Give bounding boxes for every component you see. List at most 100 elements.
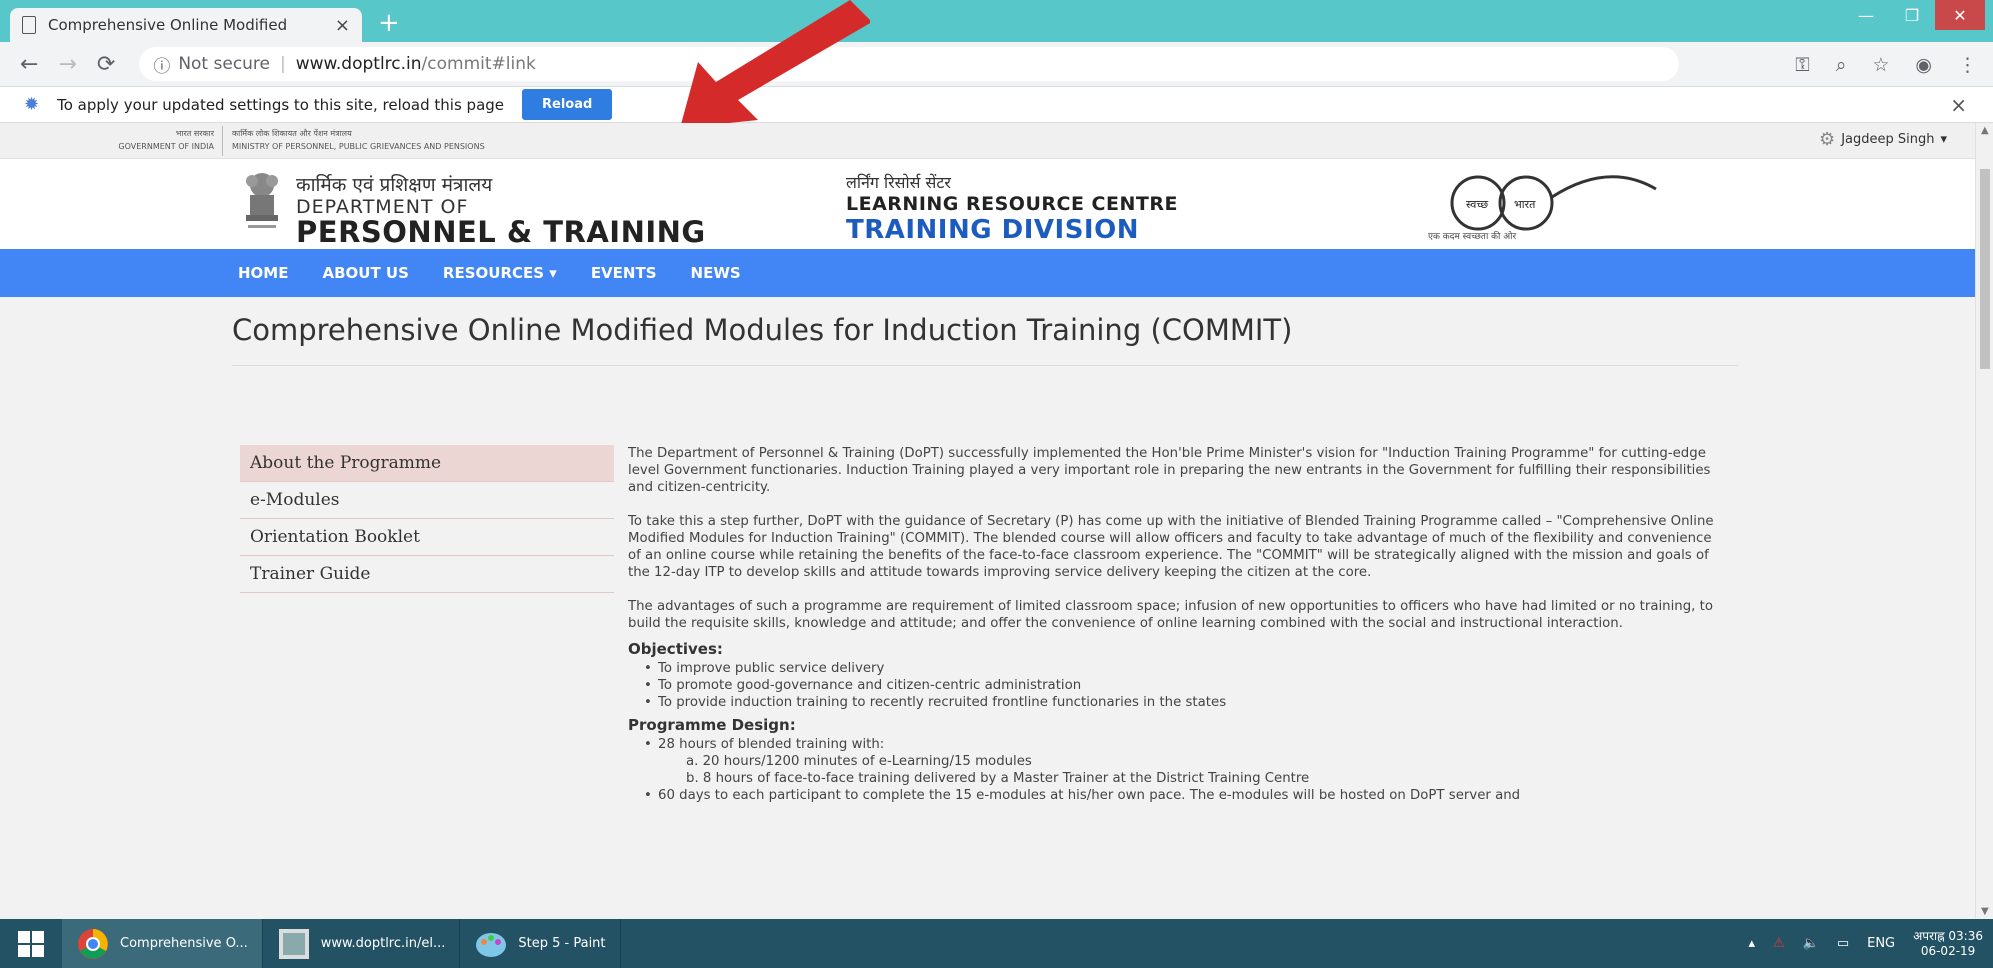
svg-text:स्वच्छ: स्वच्छ [1466, 198, 1488, 211]
design-subitem-a: a. 20 hours/1200 minutes of e-Learning/1… [686, 754, 1032, 769]
menu-icon[interactable]: ⋮ [1958, 54, 1977, 76]
side-menu-about-programme[interactable]: About the Programme [240, 445, 614, 482]
list-item: 28 hours of blended training with: [644, 736, 1718, 753]
forward-icon[interactable]: → [58, 52, 76, 77]
lrc-hindi: लर्निंग रिसोर्स सेंटर [846, 173, 951, 192]
tab-title: Comprehensive Online Modified [48, 16, 288, 34]
gov-en: GOVERNMENT OF INDIA [118, 142, 214, 151]
url-domain: www.doptlrc.in [295, 54, 422, 74]
key-icon[interactable]: ⚿ [1795, 54, 1809, 76]
back-icon[interactable]: ← [20, 52, 38, 77]
window-close-button[interactable]: ✕ [1935, 0, 1985, 30]
reload-infobar: ✹ To apply your updated settings to this… [0, 87, 1993, 123]
maximize-button[interactable]: ❐ [1889, 0, 1935, 30]
ministry-hi: कार्मिक लोक शिकायत और पेंशन मंत्रालय [232, 129, 352, 138]
side-menu-e-modules[interactable]: e-Modules [240, 482, 614, 519]
nav-news[interactable]: NEWS [691, 264, 741, 282]
taskbar-paint-item[interactable]: Step 5 - Paint [460, 919, 621, 968]
list-item: To promote good-governance and citizen-c… [644, 677, 1718, 694]
volume-icon[interactable]: 🔈 [1803, 936, 1819, 951]
swachh-bharat-logo: स्वच्छ भारत एक कदम स्वच्छता की ओर [1428, 175, 1657, 242]
url-separator: | [280, 54, 286, 74]
list-item: 60 days to each participant to complete … [644, 787, 1718, 804]
page-viewport: भारत सरकार GOVERNMENT OF INDIA कार्मिक ल… [0, 123, 1975, 919]
department-logo-text: कार्मिक एवं प्रशिक्षण मंत्रालय DEPARTMEN… [296, 171, 706, 247]
clock-time: अपराह्न 03:36 [1913, 928, 1983, 943]
infobar-close-button[interactable]: × [1950, 93, 1967, 117]
lrc-title: लर्निंग रिसोर्स सेंटर LEARNING RESOURCE … [846, 171, 1178, 245]
site-header: कार्मिक एवं प्रशिक्षण मंत्रालय DEPARTMEN… [0, 159, 1975, 249]
scroll-down-icon[interactable]: ▼ [1981, 906, 1989, 917]
dept-hindi: कार्मिक एवं प्रशिक्षण मंत्रालय [296, 174, 493, 196]
toolbar-actions: ⚿ ⌕ ☆ ◉ ⋮ [1795, 42, 1977, 87]
info-icon[interactable]: ⓘ [153, 52, 170, 77]
design-list-continued: 60 days to each participant to complete … [628, 787, 1718, 804]
design-subitem-b: b. 8 hours of face-to-face training deli… [686, 771, 1310, 786]
side-menu-trainer-guide[interactable]: Trainer Guide [240, 556, 614, 593]
ministry-label: कार्मिक लोक शिकायत और पेंशन मंत्रालय MIN… [232, 127, 485, 153]
commit-paragraph: To take this a step further, DoPT with t… [628, 514, 1714, 580]
tab-strip: Comprehensive Online Modified × + — ❐ ✕ [0, 0, 1993, 42]
zoom-icon[interactable]: ⌕ [1836, 54, 1847, 76]
bookmark-star-icon[interactable]: ☆ [1872, 54, 1889, 76]
tray-chevron-icon[interactable]: ▴ [1748, 936, 1755, 951]
taskbar-item-label: Step 5 - Paint [518, 936, 606, 951]
dept-line2: PERSONNEL & TRAINING [296, 215, 706, 249]
chrome-icon [78, 928, 108, 959]
user-name: Jagdeep Singh [1841, 132, 1935, 147]
address-toolbar: ← → ⟳ ⓘ Not secure | www.doptlrc.in /com… [0, 42, 1993, 87]
objectives-heading: Objectives: [628, 640, 723, 658]
new-tab-button[interactable]: + [378, 8, 400, 38]
nav-home[interactable]: HOME [238, 264, 288, 282]
nav-events[interactable]: EVENTS [591, 264, 657, 282]
url-bar[interactable]: ⓘ Not secure | www.doptlrc.in /commit#li… [139, 47, 1680, 81]
refresh-icon[interactable]: ⟳ [97, 52, 115, 77]
profile-icon[interactable]: ◉ [1915, 54, 1932, 76]
scrollbar-thumb[interactable] [1980, 169, 1990, 369]
intro-paragraph: The Department of Personnel & Training (… [628, 446, 1711, 495]
clock-date: 06-02-19 [1920, 943, 1976, 958]
minimize-button[interactable]: — [1843, 0, 1889, 30]
network-status-icon[interactable]: ⚠ [1773, 936, 1785, 951]
language-indicator[interactable]: ENG [1867, 936, 1895, 951]
page-scrollbar[interactable]: ▲ ▼ [1975, 123, 1993, 919]
objectives-list: To improve public service delivery To pr… [628, 660, 1718, 711]
document-icon [22, 16, 36, 34]
nav-about-us[interactable]: ABOUT US [322, 264, 408, 282]
url-path: /commit#link [421, 54, 536, 74]
picture-icon [278, 928, 309, 959]
government-strip: भारत सरकार GOVERNMENT OF INDIA कार्मिक ल… [0, 123, 1975, 159]
infobar-message: To apply your updated settings to this s… [57, 95, 505, 114]
system-tray: ▴ ⚠ 🔈 ▭ ENG अपराह्न 03:36 06-02-19 [1748, 919, 1983, 968]
list-item: To improve public service delivery [644, 660, 1718, 677]
reload-button[interactable]: Reload [522, 89, 613, 120]
side-menu: About the Programme e-Modules Orientatio… [240, 445, 614, 593]
tab-close-button[interactable]: × [335, 15, 350, 36]
settings-gear-icon: ✹ [24, 94, 40, 115]
start-button[interactable] [0, 919, 62, 968]
taskbar-chrome-item[interactable]: Comprehensive O... [62, 919, 263, 968]
gov-divider [222, 126, 223, 156]
side-menu-orientation-booklet[interactable]: Orientation Booklet [240, 519, 614, 556]
security-label: Not secure [178, 54, 271, 74]
chevron-down-icon: ▾ [1940, 132, 1947, 147]
network-icon[interactable]: ▭ [1837, 936, 1849, 951]
taskbar: Comprehensive O... www.doptlrc.in/el... … [0, 919, 1993, 968]
windows-logo-icon [18, 930, 44, 957]
gov-hi: भारत सरकार [175, 129, 214, 138]
nav-resources[interactable]: RESOURCES ▾ [443, 264, 557, 282]
scroll-up-icon[interactable]: ▲ [1981, 125, 1989, 136]
design-list: 28 hours of blended training with: [628, 736, 1718, 753]
user-gear-icon: ⚙ [1819, 129, 1836, 150]
programme-design-heading: Programme Design: [628, 716, 796, 734]
svg-text:भारत: भारत [1514, 198, 1536, 211]
user-menu[interactable]: ⚙ Jagdeep Singh ▾ [1819, 129, 1947, 150]
national-emblem-icon [246, 173, 278, 228]
taskbar-browser-item[interactable]: www.doptlrc.in/el... [263, 919, 461, 968]
training-division: TRAINING DIVISION [846, 215, 1139, 245]
clock[interactable]: अपराह्न 03:36 06-02-19 [1913, 929, 1983, 959]
browser-tab[interactable]: Comprehensive Online Modified × [10, 8, 362, 42]
taskbar-item-label: www.doptlrc.in/el... [320, 936, 446, 951]
taskbar-item-label: Comprehensive O... [120, 936, 248, 951]
government-of-india-label: भारत सरकार GOVERNMENT OF INDIA [18, 127, 214, 153]
